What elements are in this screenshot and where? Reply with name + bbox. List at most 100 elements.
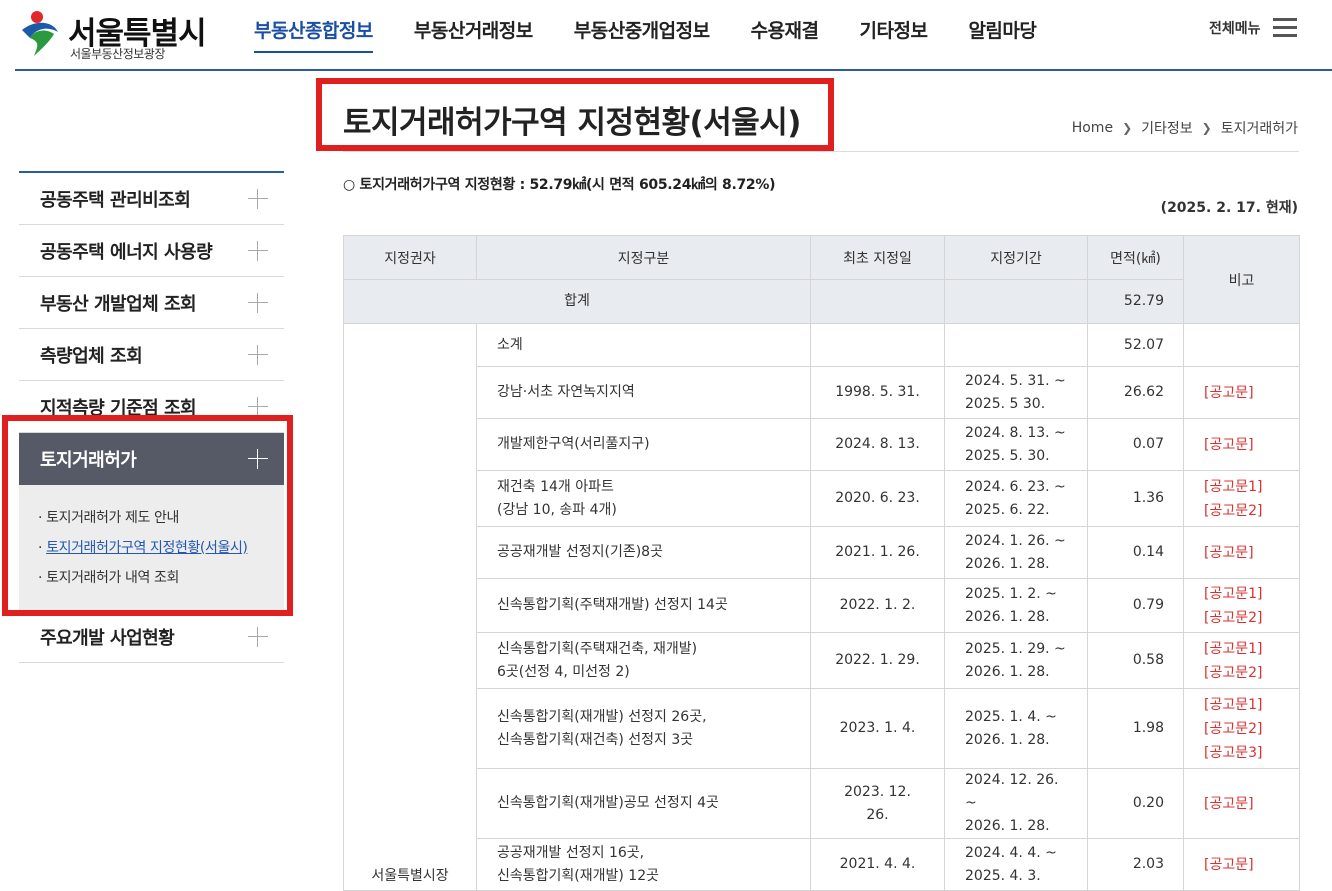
- chevron-right-icon: ❯: [1201, 121, 1212, 135]
- table-row: 공공재개발 선정지 16곳, 신속통합기획(재개발) 12곳 2021. 4. 4.…: [344, 838, 1300, 891]
- nav-real-estate-info[interactable]: 부동산종합정보: [254, 16, 373, 53]
- plus-icon: [248, 188, 268, 209]
- area-cell: 0.14: [1087, 526, 1184, 579]
- first-date-cell: 1998. 5. 31.: [810, 366, 945, 419]
- zone-type-cell: 개발제한구역(서리풀지구): [476, 418, 811, 471]
- notice-link[interactable]: [공고문2]: [1204, 499, 1279, 523]
- notice-link[interactable]: [공고문]: [1204, 381, 1279, 405]
- table-row: 공공재개발 선정지(기존)8곳 2021. 1. 26. 2024. 1. 26. …: [344, 526, 1300, 579]
- nav-broker-info[interactable]: 부동산중개업정보: [574, 16, 710, 43]
- note-cell: [공고문1] [공고문2]: [1183, 470, 1300, 527]
- period-cell: 2024. 1. 26. ~2026. 1. 28.: [944, 526, 1088, 579]
- header-type: 지정구분: [476, 235, 811, 280]
- sidebar-item-label: 공동주택 관리비조회: [40, 189, 191, 211]
- zone-table: 지정권자 지정구분 최초 지정일 지정기간 면적(㎢) 비고 합계 52.79 …: [343, 235, 1300, 891]
- all-menu-label: 전체메뉴: [1209, 21, 1261, 37]
- zone-type-cell: 신속통합기획(재개발) 선정지 26곳, 신속통합기획(재건축) 선정지 3곳: [476, 688, 811, 769]
- table-row: 서울특별시장 소계 52.07: [343, 323, 1300, 891]
- first-date-cell: 2023. 12. 26.: [810, 768, 945, 839]
- table-row: 신속통합기획(주택재건축, 재개발) 6곳(선정 4, 미선정 2) 2022. 1…: [344, 632, 1300, 689]
- header-first-date: 최초 지정일: [810, 235, 945, 280]
- title-divider: [343, 151, 1299, 152]
- zone-type-cell: 재건축 14개 아파트 (강남 10, 송파 4개): [476, 470, 811, 527]
- period-cell: 2025. 1. 29. ~2026. 1. 28.: [944, 632, 1088, 689]
- note-cell: [공고문]: [1183, 768, 1300, 839]
- logo-subtitle: 서울부동산정보광장: [70, 47, 165, 61]
- nav-expropriation[interactable]: 수용재결: [751, 16, 819, 43]
- hamburger-icon: [1272, 18, 1297, 38]
- sidebar-item-label: 부동산 개발업체 조회: [40, 293, 197, 315]
- note-cell: [공고문1] [공고문2]: [1183, 632, 1300, 689]
- sidebar-item-dev-projects[interactable]: 주요개발 사업현황: [19, 611, 284, 663]
- sidebar-item-label: 주요개발 사업현황: [40, 627, 175, 649]
- note-cell: [공고문]: [1183, 838, 1300, 891]
- notice-link[interactable]: [공고문]: [1204, 792, 1279, 816]
- period-cell: 2024. 6. 23. ~2025. 6. 22.: [944, 470, 1088, 527]
- period-cell: 2024. 12. 26. ~2026. 1. 28.: [944, 768, 1088, 839]
- area-cell: 1.98: [1087, 688, 1184, 769]
- zone-type-cell: 소계: [476, 323, 811, 367]
- table-row: 재건축 14개 아파트 (강남 10, 송파 4개) 2020. 6. 23. 202…: [344, 470, 1300, 527]
- first-date-cell: 2021. 1. 26.: [810, 526, 945, 579]
- sidebar-item-energy[interactable]: 공동주택 에너지 사용량: [19, 225, 284, 277]
- first-date-cell: [810, 323, 945, 367]
- notice-link[interactable]: [공고문1]: [1204, 582, 1279, 606]
- table-row: 개발제한구역(서리풀지구) 2024. 8. 13. 2024. 8. 13. ~2…: [344, 418, 1300, 471]
- table-row: 신속통합기획(재개발)공모 선정지 4곳 2023. 12. 26. 2024. 1…: [344, 768, 1300, 839]
- notice-link[interactable]: [공고문2]: [1204, 661, 1279, 685]
- total-empty-cell: [810, 279, 945, 324]
- area-cell: 2.03: [1087, 838, 1184, 891]
- note-cell: [1183, 323, 1300, 367]
- breadcrumb-home[interactable]: Home: [1072, 120, 1113, 136]
- period-cell: 2024. 5. 31. ~2025. 5 30.: [944, 366, 1088, 419]
- total-row: 합계 52.79: [343, 279, 1300, 324]
- nav-transaction-info[interactable]: 부동산거래정보: [414, 16, 533, 43]
- area-cell: 0.79: [1087, 578, 1184, 633]
- notice-link[interactable]: [공고문]: [1204, 433, 1279, 457]
- nav-other-info[interactable]: 기타정보: [860, 16, 928, 43]
- plus-icon: [248, 240, 268, 261]
- authority-cell: 서울특별시장: [343, 323, 477, 891]
- note-cell: [공고문1] [공고문2] [공고문3]: [1183, 688, 1300, 769]
- sidebar-item-developer[interactable]: 부동산 개발업체 조회: [19, 277, 284, 329]
- first-date-cell: 2021. 4. 4.: [810, 838, 945, 891]
- period-cell: 2025. 1. 4. ~2026. 1. 28.: [944, 688, 1088, 769]
- plus-icon: [248, 626, 268, 647]
- table-header: 지정권자 지정구분 최초 지정일 지정기간 면적(㎢) 비고 합계 52.79: [343, 235, 1300, 324]
- note-cell: [공고문]: [1183, 366, 1300, 419]
- period-cell: [944, 323, 1088, 367]
- breadcrumb-land-permit[interactable]: 토지거래허가: [1221, 118, 1298, 138]
- notice-link[interactable]: [공고문1]: [1204, 637, 1279, 661]
- notice-link[interactable]: [공고문2]: [1204, 717, 1279, 741]
- notice-link[interactable]: [공고문2]: [1204, 606, 1279, 630]
- notice-link[interactable]: [공고문]: [1204, 853, 1279, 877]
- table-row: 강남·서초 자연녹지지역 1998. 5. 31. 2024. 5. 31. ~20…: [344, 366, 1300, 419]
- note-cell: [공고문]: [1183, 418, 1300, 471]
- sidebar-item-label: 공동주택 에너지 사용량: [40, 241, 213, 263]
- highlight-box-title: [316, 78, 834, 151]
- zone-type-cell: 신속통합기획(주택재건축, 재개발) 6곳(선정 4, 미선정 2): [476, 632, 811, 689]
- first-date-cell: 2024. 8. 13.: [810, 418, 945, 471]
- notice-link[interactable]: [공고문1]: [1204, 475, 1279, 499]
- area-cell: 0.58: [1087, 632, 1184, 689]
- breadcrumb-other-info[interactable]: 기타정보: [1141, 118, 1193, 138]
- note-cell: [공고문1] [공고문2]: [1183, 578, 1300, 633]
- sidebar-item-mgmt-fee[interactable]: 공동주택 관리비조회: [19, 173, 284, 225]
- notice-link[interactable]: [공고문3]: [1204, 741, 1279, 765]
- nav-notice[interactable]: 알림마당: [968, 16, 1036, 43]
- period-cell: 2024. 4. 4. ~2025. 4. 3.: [944, 838, 1088, 891]
- plus-icon: [248, 344, 268, 365]
- sidebar-item-surveyor[interactable]: 측량업체 조회: [19, 329, 284, 381]
- zone-type-cell: 공공재개발 선정지(기존)8곳: [476, 526, 811, 579]
- notice-link[interactable]: [공고문1]: [1204, 693, 1279, 717]
- zone-type-cell: 공공재개발 선정지 16곳, 신속통합기획(재개발) 12곳: [476, 838, 811, 891]
- area-cell: 0.07: [1087, 418, 1184, 471]
- period-cell: 2025. 1. 2. ~2026. 1. 28.: [944, 578, 1088, 633]
- zone-type-cell: 강남·서초 자연녹지지역: [476, 366, 811, 419]
- all-menu-button[interactable]: 전체메뉴: [1209, 18, 1297, 38]
- site-logo[interactable]: 서울특별시 서울부동산정보광장: [18, 6, 218, 62]
- header-note: 비고: [1183, 235, 1300, 324]
- plus-icon: [248, 396, 268, 417]
- area-cell: 0.20: [1087, 768, 1184, 839]
- notice-link[interactable]: [공고문]: [1204, 541, 1279, 565]
